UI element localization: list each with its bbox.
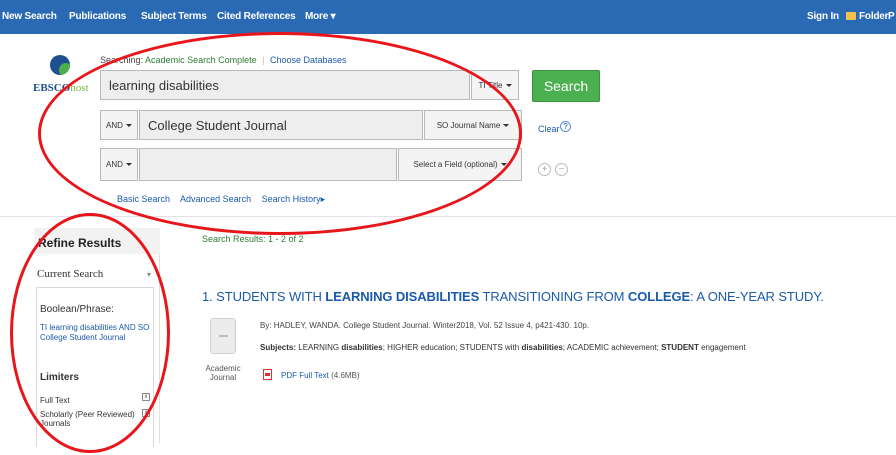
top-navigation-bar: New Search Publications Subject Terms Ci…	[0, 0, 896, 34]
nav-cited-references[interactable]: Cited References	[217, 11, 296, 22]
pdf-size: (4.6MB)	[331, 371, 360, 380]
search-button[interactable]: Search	[532, 70, 600, 102]
operator-select-2[interactable]: AND	[100, 110, 138, 140]
ebsco-logo-text[interactable]: EBSCOhost	[33, 82, 89, 94]
nav-subject-terms[interactable]: Subject Terms	[141, 11, 207, 22]
results-count: Search Results: 1 - 2 of 2	[202, 234, 304, 244]
advanced-search-link[interactable]: Advanced Search	[180, 194, 251, 204]
searching-databases-line: Searching: Academic Search Complete | Ch…	[100, 55, 347, 65]
limiters-label: Limiters	[40, 372, 79, 383]
help-icon[interactable]: ?	[560, 121, 571, 132]
document-type-label: Academic Journal	[205, 364, 241, 382]
refine-results-heading: Refine Results	[34, 228, 160, 254]
nav-new-search[interactable]: New Search	[2, 11, 57, 22]
search-mode-links: Basic Search Advanced Search Search Hist…	[117, 194, 333, 205]
clear-link[interactable]: Clear	[538, 124, 560, 134]
operator-select-3[interactable]: AND	[100, 148, 138, 181]
search-history-link[interactable]: Search History▸	[262, 194, 326, 204]
field-select-2[interactable]: SO Journal Name	[424, 110, 522, 140]
choose-databases-link[interactable]: Choose Databases	[270, 55, 347, 65]
searching-label: Searching:	[100, 55, 144, 65]
boolean-phrase-link[interactable]: TI learning disabilities AND SO College …	[40, 323, 152, 343]
boolean-phrase-label: Boolean/Phrase:	[40, 304, 114, 315]
database-name: Academic Search Complete	[145, 55, 257, 65]
basic-search-link[interactable]: Basic Search	[117, 194, 170, 204]
search-input-3[interactable]	[139, 148, 397, 181]
nav-cut-off-item[interactable]: P	[888, 11, 895, 22]
limiter-full-text: Full Text	[40, 396, 70, 405]
chevron-down-icon	[503, 123, 510, 127]
nav-publications[interactable]: Publications	[69, 11, 126, 22]
chevron-down-icon	[125, 163, 132, 166]
result-number: 1.	[202, 289, 213, 304]
folder-icon	[846, 12, 856, 20]
result-title-link[interactable]: 1. STUDENTS WITH LEARNING DISABILITIES T…	[202, 289, 824, 304]
current-search-toggle[interactable]: Current Search	[37, 268, 103, 280]
chevron-down-icon[interactable]: ▾	[147, 270, 151, 279]
result-byline: By: HADLEY, WANDA. College Student Journ…	[260, 321, 590, 330]
pdf-icon[interactable]	[263, 369, 272, 380]
remove-row-button[interactable]: −	[555, 163, 568, 176]
field-select-1[interactable]: TI Title	[471, 70, 519, 100]
chevron-down-icon	[500, 163, 507, 166]
chevron-down-icon	[505, 83, 512, 87]
academic-journal-icon[interactable]	[210, 318, 236, 354]
pdf-full-text-link[interactable]: PDF Full Text (4.6MB)	[281, 371, 360, 380]
search-input-2[interactable]: College Student Journal	[139, 110, 423, 140]
sign-in-link[interactable]: Sign In	[807, 11, 839, 22]
nav-more-menu[interactable]: More ▾	[305, 11, 336, 22]
folder-link[interactable]: Folder	[859, 11, 889, 22]
chevron-down-icon	[125, 123, 132, 127]
remove-limiter-icon[interactable]: x	[142, 393, 150, 401]
header-divider	[0, 216, 896, 217]
limiter-scholarly: Scholarly (Peer Reviewed) Journals	[40, 410, 135, 428]
search-input-1[interactable]: learning disabilities	[100, 70, 470, 100]
remove-limiter-icon[interactable]: x	[142, 409, 150, 417]
add-row-button[interactable]: +	[538, 163, 551, 176]
result-subjects: Subjects: LEARNING disabilities; HIGHER …	[260, 343, 746, 352]
field-select-3[interactable]: Select a Field (optional)	[398, 148, 522, 181]
ebsco-logo-icon[interactable]	[50, 55, 70, 75]
